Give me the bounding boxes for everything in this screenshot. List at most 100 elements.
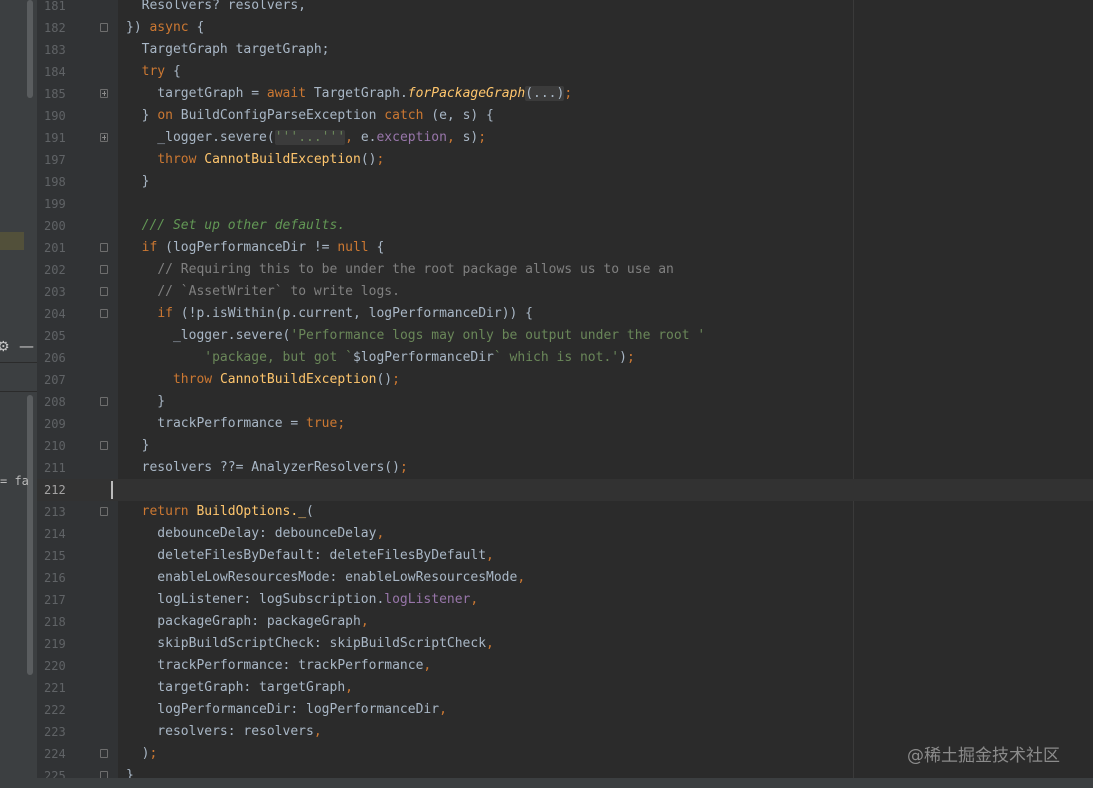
collapse-fold-icon[interactable] [100,441,108,450]
code-line[interactable]: 213 return BuildOptions._( [37,501,1093,523]
code-text[interactable]: Resolvers? resolvers, [126,0,306,17]
code-line[interactable]: 220 trackPerformance: trackPerformance, [37,655,1093,677]
line-number[interactable]: 185 [44,83,74,105]
line-number[interactable]: 204 [44,303,74,325]
code-line[interactable]: 190 } on BuildConfigParseException catch… [37,105,1093,127]
code-line[interactable]: 219 skipBuildScriptCheck: skipBuildScrip… [37,633,1093,655]
line-number[interactable]: 201 [44,237,74,259]
code-text[interactable]: throw CannotBuildException(); [126,369,400,391]
line-number[interactable]: 219 [44,633,74,655]
line-number[interactable]: 205 [44,325,74,347]
code-text[interactable]: } on BuildConfigParseException catch (e,… [126,105,494,127]
line-number[interactable]: 210 [44,435,74,457]
code-line[interactable]: 207 throw CannotBuildException(); [37,369,1093,391]
code-text[interactable]: if (!p.isWithin(p.current, logPerformanc… [126,303,533,325]
line-number[interactable]: 211 [44,457,74,479]
code-text[interactable]: try { [126,61,181,83]
code-text[interactable]: trackPerformance = true; [126,413,345,435]
line-number[interactable]: 221 [44,677,74,699]
line-number[interactable]: 190 [44,105,74,127]
code-text[interactable]: } [126,391,165,413]
code-line[interactable]: 208 } [37,391,1093,413]
code-text[interactable]: return BuildOptions._( [126,501,314,523]
panel-scrollbar-bottom[interactable] [27,395,33,675]
line-number[interactable]: 215 [44,545,74,567]
line-number[interactable]: 212 [44,479,74,501]
horizontal-scrollbar[interactable] [0,778,1093,788]
line-number[interactable]: 181 [44,0,74,17]
code-text[interactable]: resolvers ??= AnalyzerResolvers(); [126,457,408,479]
panel-selected-item[interactable] [0,232,24,250]
line-number[interactable]: 182 [44,17,74,39]
line-number[interactable]: 206 [44,347,74,369]
code-line[interactable]: 201 if (logPerformanceDir != null { [37,237,1093,259]
code-text[interactable]: targetGraph = await TargetGraph.forPacka… [126,83,572,105]
code-text[interactable]: ); [126,743,158,765]
line-number[interactable]: 198 [44,171,74,193]
code-line[interactable]: 216 enableLowResourcesMode: enableLowRes… [37,567,1093,589]
code-line[interactable]: 205 _logger.severe('Performance logs may… [37,325,1093,347]
code-text[interactable]: enableLowResourcesMode: enableLowResourc… [126,567,525,589]
code-line[interactable]: 212 [37,479,1093,501]
code-line[interactable]: 200 /// Set up other defaults. [37,215,1093,237]
code-text[interactable]: packageGraph: packageGraph, [126,611,368,633]
code-line[interactable]: 222 logPerformanceDir: logPerformanceDir… [37,699,1093,721]
code-line[interactable]: 215 deleteFilesByDefault: deleteFilesByD… [37,545,1093,567]
code-text[interactable]: }) async { [126,17,204,39]
line-number[interactable]: 209 [44,413,74,435]
code-text[interactable]: _logger.severe('Performance logs may onl… [126,325,705,347]
code-line[interactable]: 181 Resolvers? resolvers, [37,0,1093,17]
code-text[interactable]: logPerformanceDir: logPerformanceDir, [126,699,447,721]
gear-icon[interactable]: ⚙ [0,339,10,355]
code-text[interactable]: skipBuildScriptCheck: skipBuildScriptChe… [126,633,494,655]
collapse-fold-icon[interactable] [100,309,108,318]
code-line[interactable]: 211 resolvers ??= AnalyzerResolvers(); [37,457,1093,479]
expand-fold-icon[interactable] [100,133,108,142]
code-text[interactable]: targetGraph: targetGraph, [126,677,353,699]
line-number[interactable]: 213 [44,501,74,523]
line-number[interactable]: 202 [44,259,74,281]
code-line[interactable]: 223 resolvers: resolvers, [37,721,1093,743]
collapse-fold-icon[interactable] [100,243,108,252]
code-line[interactable]: 209 trackPerformance = true; [37,413,1093,435]
code-text[interactable]: } [126,435,150,457]
code-text[interactable]: resolvers: resolvers, [126,721,321,743]
code-line[interactable]: 197 throw CannotBuildException(); [37,149,1093,171]
code-line[interactable]: 210 } [37,435,1093,457]
line-number[interactable]: 217 [44,589,74,611]
code-line[interactable]: 204 if (!p.isWithin(p.current, logPerfor… [37,303,1093,325]
code-text[interactable]: TargetGraph targetGraph; [126,39,330,61]
code-text[interactable]: /// Set up other defaults. [126,215,346,237]
expand-fold-icon[interactable] [100,89,108,98]
collapse-fold-icon[interactable] [100,265,108,274]
code-line[interactable]: 182 }) async { [37,17,1093,39]
code-text[interactable]: // Requiring this to be under the root p… [126,259,674,281]
code-line[interactable]: 202 // Requiring this to be under the ro… [37,259,1093,281]
line-number[interactable]: 200 [44,215,74,237]
panel-scrollbar-top[interactable] [27,0,33,98]
line-number[interactable]: 203 [44,281,74,303]
code-text[interactable]: debounceDelay: debounceDelay, [126,523,384,545]
code-line[interactable]: 185 targetGraph = await TargetGraph.forP… [37,83,1093,105]
line-number[interactable]: 184 [44,61,74,83]
line-number[interactable]: 199 [44,193,74,215]
code-text[interactable]: if (logPerformanceDir != null { [126,237,385,259]
code-text[interactable]: throw CannotBuildException(); [126,149,384,171]
code-line[interactable]: 206 'package, but got `$logPerformanceDi… [37,347,1093,369]
code-line[interactable]: 183 TargetGraph targetGraph; [37,39,1093,61]
line-number[interactable]: 218 [44,611,74,633]
line-number[interactable]: 222 [44,699,74,721]
collapse-fold-icon[interactable] [100,507,108,516]
code-text[interactable]: } [126,171,150,193]
line-number[interactable]: 207 [44,369,74,391]
code-line[interactable]: 184 try { [37,61,1093,83]
line-number[interactable]: 191 [44,127,74,149]
code-text[interactable]: 'package, but got `$logPerformanceDir` w… [126,347,635,369]
code-text[interactable]: deleteFilesByDefault: deleteFilesByDefau… [126,545,494,567]
collapse-fold-icon[interactable] [100,23,108,32]
line-number[interactable]: 216 [44,567,74,589]
collapse-fold-icon[interactable] [100,749,108,758]
line-number[interactable]: 214 [44,523,74,545]
line-number[interactable]: 197 [44,149,74,171]
line-number[interactable]: 220 [44,655,74,677]
